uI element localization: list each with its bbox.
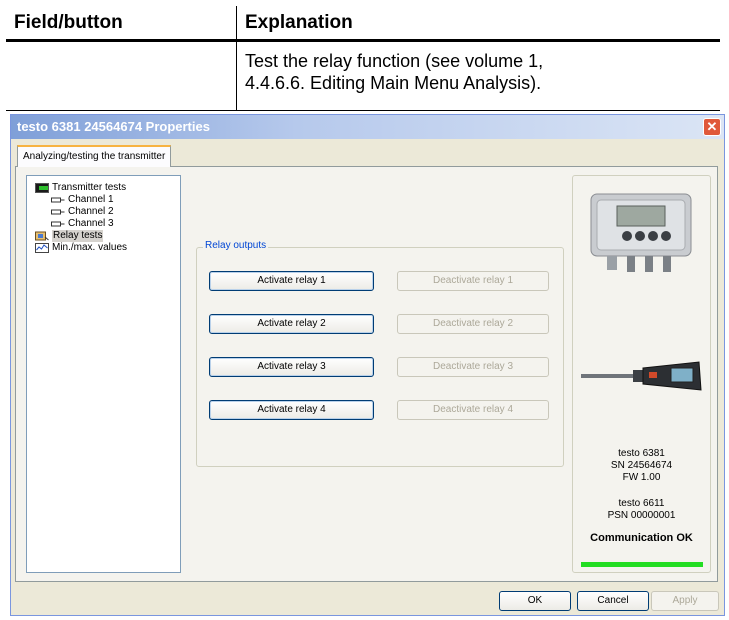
probe-image xyxy=(581,361,702,391)
explanation-cell: Test the relay function (see volume 1, 4… xyxy=(236,42,720,110)
device-info-panel: testo 6381 SN 24564674 FW 1.00 testo 661… xyxy=(572,175,711,573)
apply-button[interactable]: Apply xyxy=(651,591,719,611)
communication-status: Communication OK xyxy=(590,532,693,544)
deactivate-relay-3-button[interactable]: Deactivate relay 3 xyxy=(397,357,549,377)
tree-item-channel-3[interactable]: Channel 3 xyxy=(27,218,180,230)
firmware-version: FW 1.00 xyxy=(622,472,661,483)
tree-item-channel-2[interactable]: Channel 2 xyxy=(27,206,180,218)
tree-item-label: Channel 2 xyxy=(68,206,114,217)
channel-icon xyxy=(51,221,65,227)
relay-outputs-label: Relay outputs xyxy=(203,240,269,251)
deactivate-relay-2-button[interactable]: Deactivate relay 2 xyxy=(397,314,549,334)
cancel-button[interactable]: Cancel xyxy=(577,591,649,611)
device-model: testo 6381 xyxy=(618,448,665,459)
close-button[interactable]: ✕ xyxy=(703,118,721,136)
tab-analyzing-testing[interactable]: Analyzing/testing the transmitter xyxy=(17,145,172,167)
tree-item-channel-1[interactable]: Channel 1 xyxy=(27,194,180,206)
channel-icon xyxy=(51,209,65,215)
activate-relay-1-button[interactable]: Activate relay 1 xyxy=(209,271,374,291)
relay-icon xyxy=(35,231,49,241)
tree-item-transmitter-tests[interactable]: Transmitter tests xyxy=(27,182,180,194)
tree-item-relay-tests[interactable]: Relay tests xyxy=(27,230,180,242)
tree-item-label: Relay tests xyxy=(52,230,104,242)
close-icon: ✕ xyxy=(706,119,718,134)
activate-relay-4-button[interactable]: Activate relay 4 xyxy=(209,400,374,420)
probe-model: testo 6611 xyxy=(618,498,665,509)
tree-item-label: Transmitter tests xyxy=(52,182,127,193)
tree-item-label: Channel 1 xyxy=(68,194,114,205)
explanation-line-1: Test the relay function (see volume 1, xyxy=(245,51,544,71)
tree-view[interactable]: Transmitter tests Channel 1 Channel 2 Ch… xyxy=(26,175,181,573)
tree-item-min-max-values[interactable]: Min./max. values xyxy=(27,242,180,254)
deactivate-relay-1-button[interactable]: Deactivate relay 1 xyxy=(397,271,549,291)
explanation-table: Field/button Explanation Test the relay … xyxy=(6,6,720,111)
header-explanation: Explanation xyxy=(236,6,720,39)
transmitter-device-image xyxy=(590,193,692,272)
activate-relay-3-button[interactable]: Activate relay 3 xyxy=(209,357,374,377)
minmax-chart-icon xyxy=(35,243,49,253)
relay-outputs-group: Relay outputs Activate relay 1 Deactivat… xyxy=(196,240,564,467)
probe-serial: PSN 00000001 xyxy=(607,510,676,521)
tree-item-label: Channel 3 xyxy=(68,218,114,229)
header-field-button: Field/button xyxy=(14,12,123,33)
title-bar[interactable]: testo 6381 24564674 Properties ✕ xyxy=(11,115,724,139)
device-serial: SN 24564674 xyxy=(610,460,673,471)
window-title: testo 6381 24564674 Properties xyxy=(17,119,210,134)
tab-panel: Transmitter tests Channel 1 Channel 2 Ch… xyxy=(15,166,718,582)
activate-relay-2-button[interactable]: Activate relay 2 xyxy=(209,314,374,334)
table-row: Test the relay function (see volume 1, 4… xyxy=(6,42,720,111)
ok-button[interactable]: OK xyxy=(499,591,571,611)
field-cell xyxy=(6,42,236,110)
tree-item-label: Min./max. values xyxy=(52,242,128,253)
channel-icon xyxy=(51,197,65,203)
explanation-line-2: 4.4.6.6. Editing Main Menu Analysis). xyxy=(245,73,542,93)
transmitter-icon xyxy=(35,183,49,193)
deactivate-relay-4-button[interactable]: Deactivate relay 4 xyxy=(397,400,549,420)
table-header-row: Field/button Explanation xyxy=(6,6,720,42)
communication-status-bar xyxy=(581,562,703,567)
properties-dialog: testo 6381 24564674 Properties ✕ Analyzi… xyxy=(10,114,725,616)
